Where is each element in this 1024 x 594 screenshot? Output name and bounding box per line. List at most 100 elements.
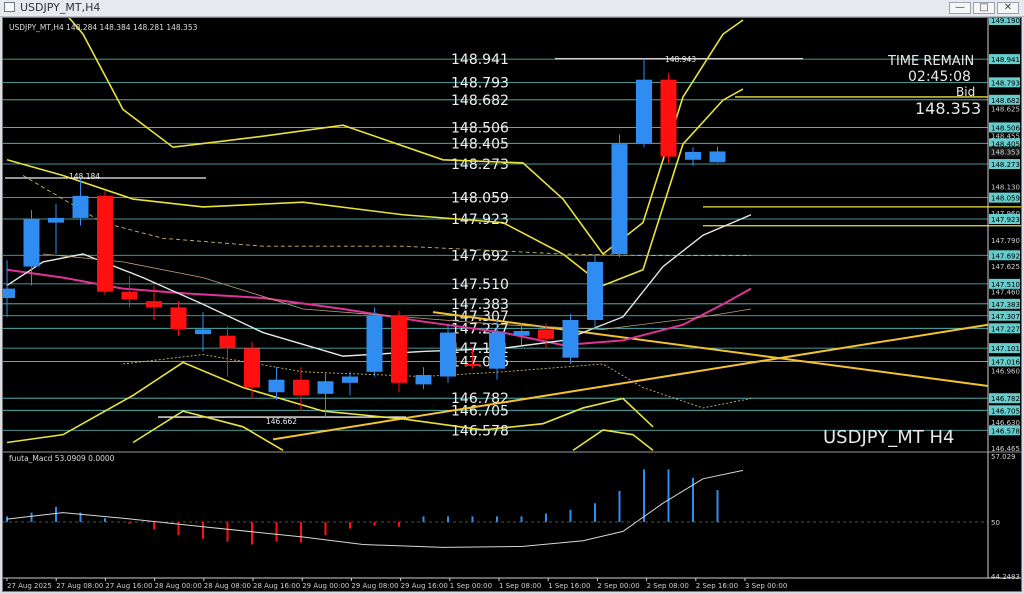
price-tick: 147.227 bbox=[991, 325, 1020, 333]
candle-body bbox=[146, 301, 162, 308]
candle-body bbox=[72, 195, 89, 218]
ma-dashed bbox=[22, 175, 751, 257]
time-tick: 1 Sep 16:00 bbox=[548, 582, 590, 590]
trend-line-down bbox=[432, 311, 989, 387]
bid-label: Bid bbox=[956, 85, 975, 99]
price-tick: 148.793 bbox=[991, 79, 1020, 87]
price-tick: 147.307 bbox=[991, 313, 1020, 321]
macd-signal bbox=[6, 469, 744, 548]
candle-body bbox=[611, 144, 628, 255]
ind-tick: 44.2483 bbox=[991, 573, 1020, 581]
level-label: 148.682 bbox=[451, 93, 509, 109]
candle-body bbox=[97, 195, 113, 292]
candle-body bbox=[513, 330, 530, 336]
candle-body bbox=[317, 381, 334, 394]
ind-tick: 57.029 bbox=[991, 453, 1016, 461]
price-chart[interactable]: 148.941148.793148.682148.506148.405148.2… bbox=[3, 18, 1021, 591]
minimize-button[interactable]: — bbox=[949, 2, 971, 14]
time-tick: 27 Aug 2025 bbox=[7, 582, 52, 590]
time-tick: 29 Aug 00:00 bbox=[302, 582, 349, 590]
time-tick: 28 Aug 16:00 bbox=[253, 582, 300, 590]
title-bar[interactable]: USDJPY_MT,H4 — □ ✕ bbox=[0, 0, 1024, 17]
candle-body bbox=[244, 348, 260, 388]
time-tick: 29 Aug 16:00 bbox=[401, 582, 448, 590]
level-label: 148.405 bbox=[451, 136, 509, 152]
price-tick: 147.510 bbox=[991, 281, 1020, 289]
bid-value: 148.353 bbox=[915, 99, 981, 118]
time-remain-label: TIME REMAIN bbox=[887, 54, 974, 69]
symbol-watermark: USDJPY_MT H4 bbox=[823, 427, 954, 448]
chart-area[interactable]: 148.941 148.793 148.682 148.506 148.405 148.2… bbox=[2, 17, 1022, 592]
candle-body bbox=[391, 315, 407, 383]
price-tick: 147.790 bbox=[991, 237, 1020, 245]
macd-panel bbox=[3, 469, 988, 548]
chart-header: USDJPY_MT,H4 148.284 148.384 148.281 148… bbox=[9, 23, 198, 32]
candle-body bbox=[538, 329, 554, 339]
price-tick: 148.059 bbox=[991, 195, 1020, 203]
candle-body bbox=[170, 307, 187, 330]
time-tick: 1 Sep 00:00 bbox=[450, 582, 492, 590]
time-tick: 27 Aug 16:00 bbox=[105, 582, 152, 590]
lower-band-3 bbox=[572, 429, 654, 452]
left-annotation: 148.184 bbox=[69, 172, 100, 181]
time-tick: 1 Sep 08:00 bbox=[499, 582, 541, 590]
price-tick: 148.625 bbox=[991, 106, 1020, 114]
level-label: 148.273 bbox=[451, 157, 509, 173]
price-tick: 147.383 bbox=[991, 301, 1020, 309]
time-tick: 2 Sep 08:00 bbox=[647, 582, 689, 590]
close-button[interactable]: ✕ bbox=[997, 2, 1019, 14]
level-label: 148.941 bbox=[451, 52, 509, 68]
price-tick: 148.273 bbox=[991, 161, 1020, 169]
candle-body bbox=[415, 374, 432, 385]
maximize-button[interactable]: □ bbox=[973, 2, 995, 14]
time-tick: 28 Aug 00:00 bbox=[155, 582, 202, 590]
level-label: 148.506 bbox=[451, 120, 509, 136]
price-tick: 147.692 bbox=[991, 252, 1020, 260]
candle-body bbox=[464, 363, 481, 366]
price-tick: 147.101 bbox=[991, 345, 1020, 353]
price-tick: 147.460 bbox=[991, 289, 1020, 297]
price-tick: 147.923 bbox=[991, 216, 1020, 224]
time-tick: 27 Aug 08:00 bbox=[56, 582, 103, 590]
terminal-window: USDJPY_MT,H4 — □ ✕ 148.941 148.793 148.682… bbox=[0, 0, 1024, 594]
time-tick: 2 Sep 00:00 bbox=[597, 582, 639, 590]
candle-body bbox=[562, 319, 579, 358]
candle-body bbox=[121, 291, 138, 300]
candle-body bbox=[440, 332, 456, 377]
level-label: 148.793 bbox=[451, 75, 509, 91]
candle-body bbox=[48, 217, 64, 223]
time-tick: 28 Aug 08:00 bbox=[204, 582, 251, 590]
window-title: USDJPY_MT,H4 bbox=[20, 1, 101, 14]
price-tick: 146.578 bbox=[991, 427, 1020, 435]
candle-body bbox=[587, 261, 603, 320]
level-label: 148.059 bbox=[451, 191, 509, 207]
candle-body bbox=[709, 151, 726, 163]
candle-body bbox=[660, 79, 677, 157]
ind-tick: 50 bbox=[991, 519, 1000, 527]
candle-body bbox=[636, 79, 652, 145]
price-tick: 146.705 bbox=[991, 407, 1020, 415]
price-tick: 146.782 bbox=[991, 395, 1020, 403]
time-remain-value: 02:45:08 bbox=[908, 69, 971, 85]
price-tick: 148.353 bbox=[991, 148, 1020, 156]
time-tick: 2 Sep 16:00 bbox=[696, 582, 738, 590]
candles bbox=[3, 58, 726, 418]
level-label: 147.510 bbox=[451, 277, 509, 293]
ma-dotted bbox=[122, 354, 752, 409]
middle-band bbox=[6, 88, 744, 287]
candle-body bbox=[366, 315, 383, 372]
price-tick: 148.941 bbox=[991, 56, 1020, 64]
time-tick: 3 Sep 00:00 bbox=[745, 582, 787, 590]
price-tick: 146.960 bbox=[991, 367, 1020, 375]
candle-body bbox=[489, 332, 505, 369]
price-tick: 148.130 bbox=[991, 183, 1020, 191]
price-tick: 148.506 bbox=[991, 124, 1020, 132]
candle-body bbox=[3, 288, 15, 299]
candle-body bbox=[685, 151, 701, 160]
candle-body bbox=[268, 379, 285, 393]
candle-body bbox=[23, 219, 40, 267]
candle-body bbox=[219, 335, 236, 349]
candle-body bbox=[195, 329, 211, 335]
time-tick: 29 Aug 08:00 bbox=[351, 582, 398, 590]
price-tick: 147.625 bbox=[991, 263, 1020, 271]
